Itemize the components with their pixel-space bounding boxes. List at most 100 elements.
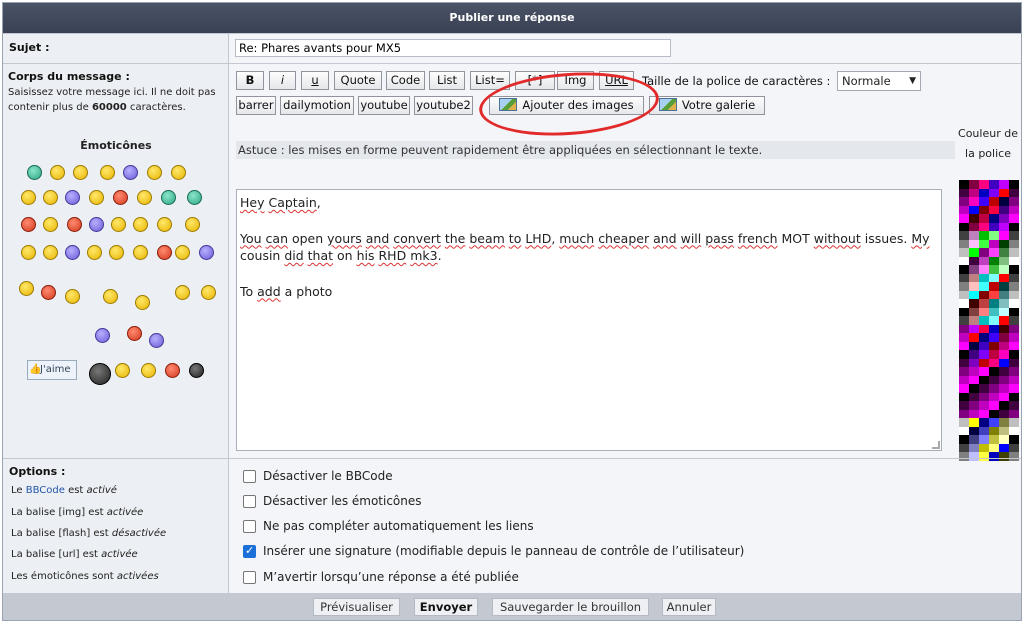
color-swatch[interactable] <box>989 256 999 265</box>
color-swatch[interactable] <box>979 222 989 231</box>
smiley-icon[interactable] <box>123 165 138 180</box>
color-swatch[interactable] <box>959 333 969 342</box>
smiley-icon[interactable] <box>27 165 42 180</box>
color-swatch[interactable] <box>989 409 999 418</box>
color-swatch[interactable] <box>999 350 1009 359</box>
color-swatch[interactable] <box>969 401 979 410</box>
color-swatch[interactable] <box>999 248 1009 257</box>
color-swatch[interactable] <box>999 282 1009 291</box>
color-swatch[interactable] <box>999 358 1009 367</box>
color-swatch[interactable] <box>989 350 999 359</box>
smiley-icon[interactable] <box>89 190 104 205</box>
smiley-icon[interactable] <box>149 333 164 348</box>
color-swatch[interactable] <box>959 282 969 291</box>
color-swatch[interactable] <box>989 324 999 333</box>
color-swatch[interactable] <box>979 324 989 333</box>
smiley-icon[interactable] <box>65 289 80 304</box>
bold-button[interactable]: B <box>236 71 264 90</box>
color-swatch[interactable] <box>999 443 1009 452</box>
color-swatch[interactable] <box>959 426 969 435</box>
ninja-smiley-icon[interactable] <box>189 363 204 378</box>
color-swatch[interactable] <box>969 384 979 393</box>
color-swatch[interactable] <box>979 282 989 291</box>
color-swatch[interactable] <box>959 384 969 393</box>
color-swatch[interactable] <box>999 418 1009 427</box>
youtube-button[interactable]: youtube <box>358 96 410 115</box>
color-swatch[interactable] <box>979 384 989 393</box>
color-swatch[interactable] <box>999 231 1009 240</box>
smiley-icon[interactable] <box>135 295 150 310</box>
color-swatch[interactable] <box>1009 205 1019 214</box>
color-swatch[interactable] <box>979 392 989 401</box>
color-swatch[interactable] <box>1009 384 1019 393</box>
color-swatch[interactable] <box>969 409 979 418</box>
color-swatch[interactable] <box>969 452 979 461</box>
color-swatch[interactable] <box>989 290 999 299</box>
color-swatch[interactable] <box>1009 426 1019 435</box>
color-swatch[interactable] <box>979 443 989 452</box>
color-swatch[interactable] <box>969 248 979 257</box>
font-size-select[interactable]: Normale ▼ <box>837 71 921 91</box>
color-swatch[interactable] <box>989 180 999 189</box>
color-swatch[interactable] <box>979 307 989 316</box>
font-color-palette[interactable] <box>959 180 1019 461</box>
color-swatch[interactable] <box>999 265 1009 274</box>
color-swatch[interactable] <box>979 333 989 342</box>
color-swatch[interactable] <box>1009 239 1019 248</box>
color-swatch[interactable] <box>959 239 969 248</box>
color-swatch[interactable] <box>969 333 979 342</box>
color-swatch[interactable] <box>989 231 999 240</box>
color-swatch[interactable] <box>1009 350 1019 359</box>
color-swatch[interactable] <box>1009 324 1019 333</box>
smiley-icon[interactable] <box>185 217 200 232</box>
smiley-icon[interactable] <box>100 165 115 180</box>
color-swatch[interactable] <box>989 299 999 308</box>
color-swatch[interactable] <box>969 350 979 359</box>
smiley-icon[interactable] <box>19 281 34 296</box>
color-swatch[interactable] <box>959 401 969 410</box>
color-swatch[interactable] <box>999 205 1009 214</box>
notify-reply-checkbox[interactable] <box>243 571 256 584</box>
color-swatch[interactable] <box>979 290 989 299</box>
color-swatch[interactable] <box>979 375 989 384</box>
dailymotion-button[interactable]: dailymotion <box>280 96 354 115</box>
color-swatch[interactable] <box>1009 435 1019 444</box>
color-swatch[interactable] <box>1009 222 1019 231</box>
color-swatch[interactable] <box>1009 248 1019 257</box>
cancel-button[interactable]: Annuler <box>662 598 716 616</box>
url-button[interactable]: URL <box>599 71 634 90</box>
list-button[interactable]: List <box>429 71 465 90</box>
message-textarea[interactable]: Hey Captain, You can open yours and conv… <box>236 189 942 451</box>
color-swatch[interactable] <box>959 256 969 265</box>
color-swatch[interactable] <box>989 452 999 461</box>
color-swatch[interactable] <box>999 188 1009 197</box>
color-swatch[interactable] <box>999 324 1009 333</box>
color-swatch[interactable] <box>979 350 989 359</box>
color-swatch[interactable] <box>989 375 999 384</box>
color-swatch[interactable] <box>999 307 1009 316</box>
color-swatch[interactable] <box>969 197 979 206</box>
color-swatch[interactable] <box>999 333 1009 342</box>
smiley-icon[interactable] <box>67 217 82 232</box>
color-swatch[interactable] <box>989 367 999 376</box>
color-swatch[interactable] <box>979 299 989 308</box>
color-swatch[interactable] <box>1009 265 1019 274</box>
save-draft-button[interactable]: Sauvegarder le brouillon <box>492 598 649 616</box>
color-swatch[interactable] <box>959 307 969 316</box>
color-swatch[interactable] <box>1009 256 1019 265</box>
color-swatch[interactable] <box>999 316 1009 325</box>
color-swatch[interactable] <box>979 256 989 265</box>
smiley-icon[interactable] <box>141 363 156 378</box>
smiley-icon[interactable] <box>73 165 88 180</box>
color-swatch[interactable] <box>1009 341 1019 350</box>
smiley-icon[interactable] <box>43 217 58 232</box>
smiley-icon[interactable] <box>111 217 126 232</box>
color-swatch[interactable] <box>959 341 969 350</box>
color-swatch[interactable] <box>969 180 979 189</box>
color-swatch[interactable] <box>959 273 969 282</box>
color-swatch[interactable] <box>1009 443 1019 452</box>
disable-emoticons-checkbox[interactable] <box>243 495 256 508</box>
color-swatch[interactable] <box>989 401 999 410</box>
color-swatch[interactable] <box>999 222 1009 231</box>
color-swatch[interactable] <box>999 367 1009 376</box>
